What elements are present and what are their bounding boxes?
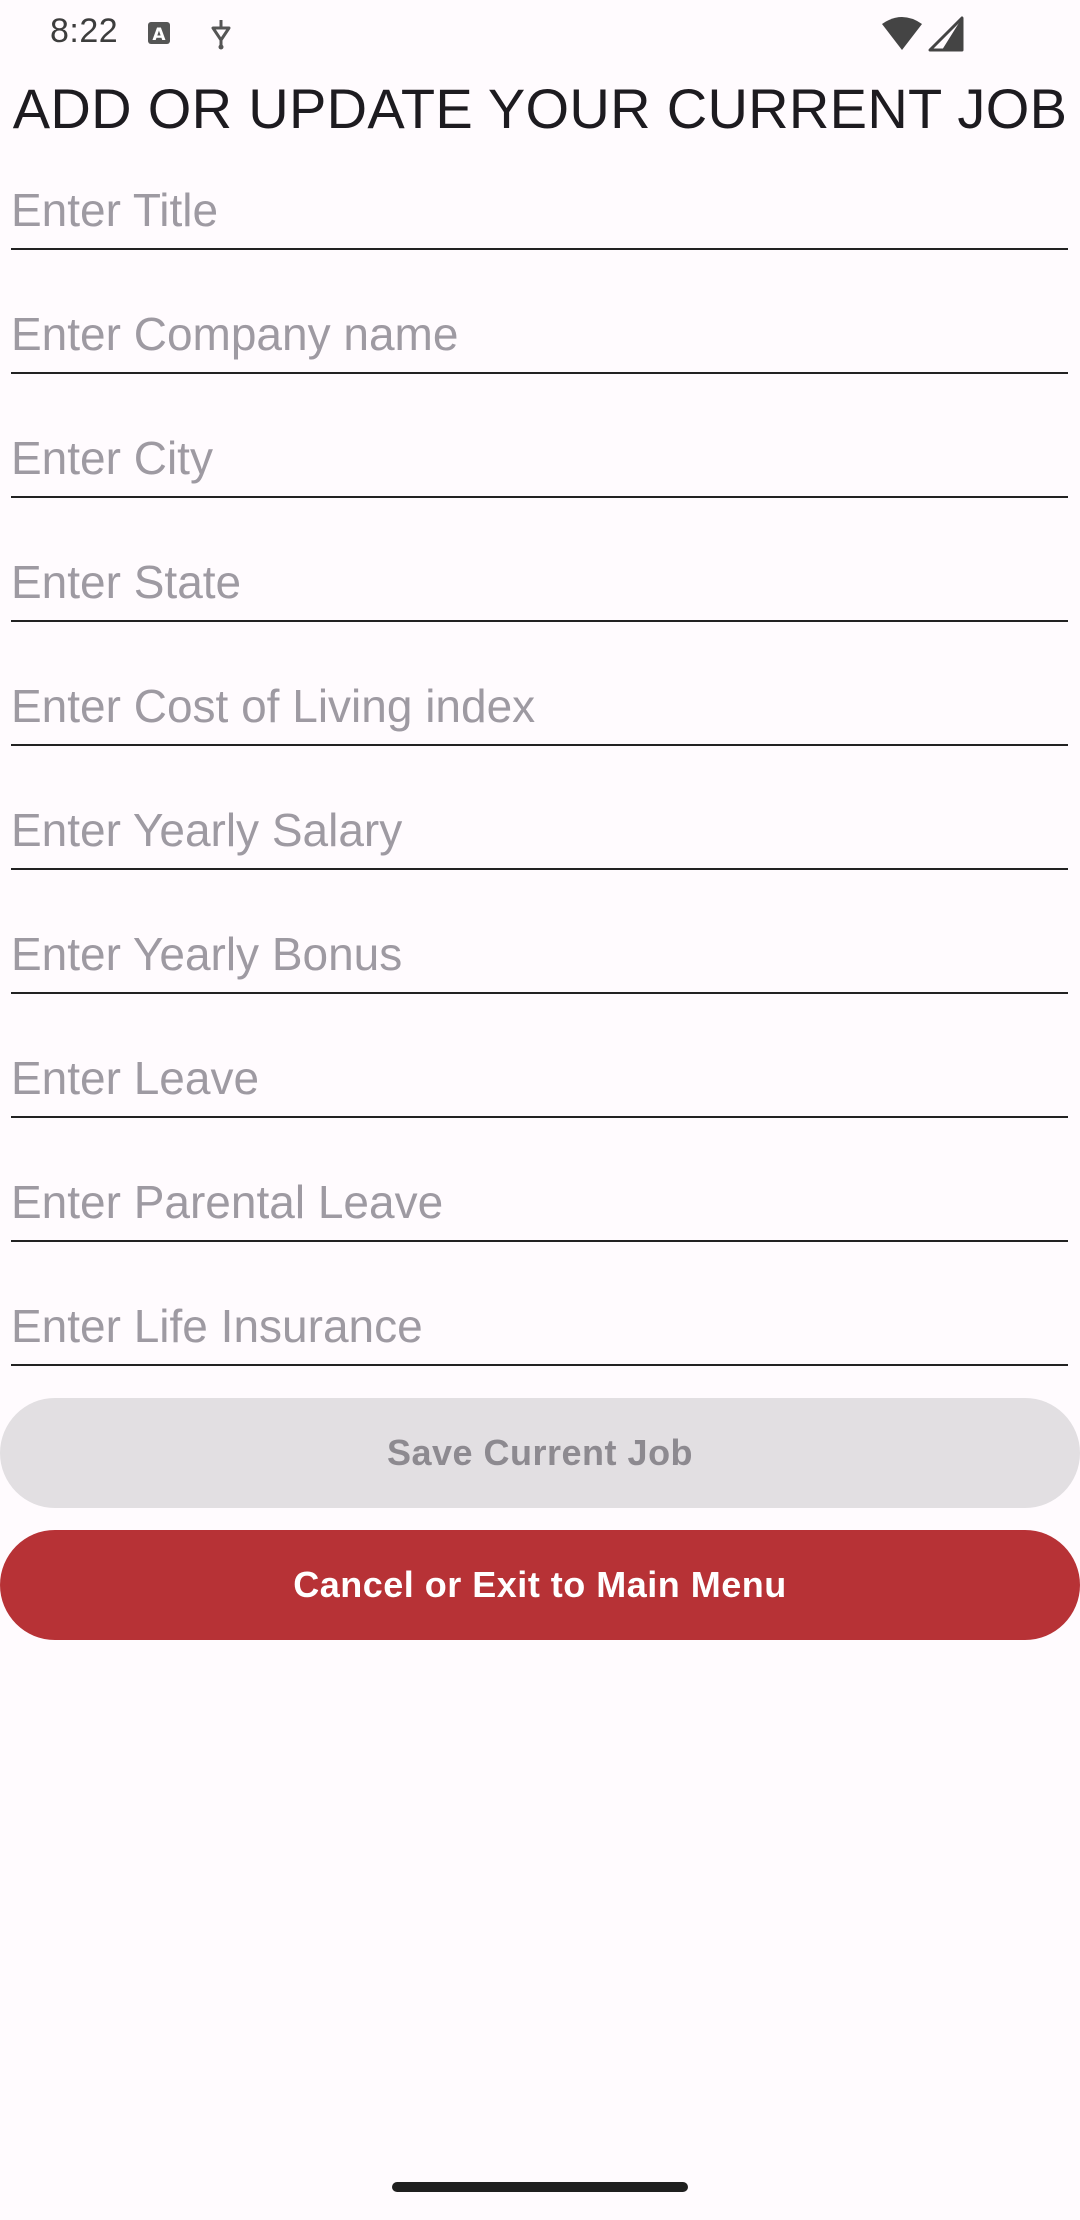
title-field <box>11 170 1068 250</box>
city-input[interactable] <box>11 418 1068 498</box>
leave-field <box>11 1038 1068 1118</box>
save-current-job-button[interactable]: Save Current Job <box>0 1398 1080 1508</box>
state-input[interactable] <box>11 542 1068 622</box>
wifi-icon <box>880 16 924 57</box>
company-name-input[interactable] <box>11 294 1068 374</box>
font-a-icon: A <box>146 20 174 53</box>
parental-leave-input[interactable] <box>11 1162 1068 1242</box>
bonus-field <box>11 914 1068 994</box>
life-insurance-input[interactable] <box>11 1286 1068 1366</box>
state-field <box>11 542 1068 622</box>
parental-leave-field <box>11 1162 1068 1242</box>
company-field <box>11 294 1068 374</box>
cost-of-living-input[interactable] <box>11 666 1068 746</box>
usb-debug-icon <box>207 18 235 55</box>
life-insurance-field <box>11 1286 1068 1366</box>
yearly-bonus-input[interactable] <box>11 914 1068 994</box>
cost-of-living-field <box>11 666 1068 746</box>
yearly-salary-input[interactable] <box>11 790 1068 870</box>
leave-input[interactable] <box>11 1038 1068 1118</box>
page-title: ADD OR UPDATE YOUR CURRENT JOB <box>12 77 1068 140</box>
cancel-exit-button[interactable]: Cancel or Exit to Main Menu <box>0 1530 1080 1640</box>
city-field <box>11 418 1068 498</box>
signal-icon <box>928 16 964 57</box>
title-input[interactable] <box>11 170 1068 250</box>
status-bar: 8:22 A <box>0 0 1080 64</box>
home-indicator[interactable] <box>392 2182 688 2192</box>
status-time: 8:22 <box>50 12 119 50</box>
salary-field <box>11 790 1068 870</box>
